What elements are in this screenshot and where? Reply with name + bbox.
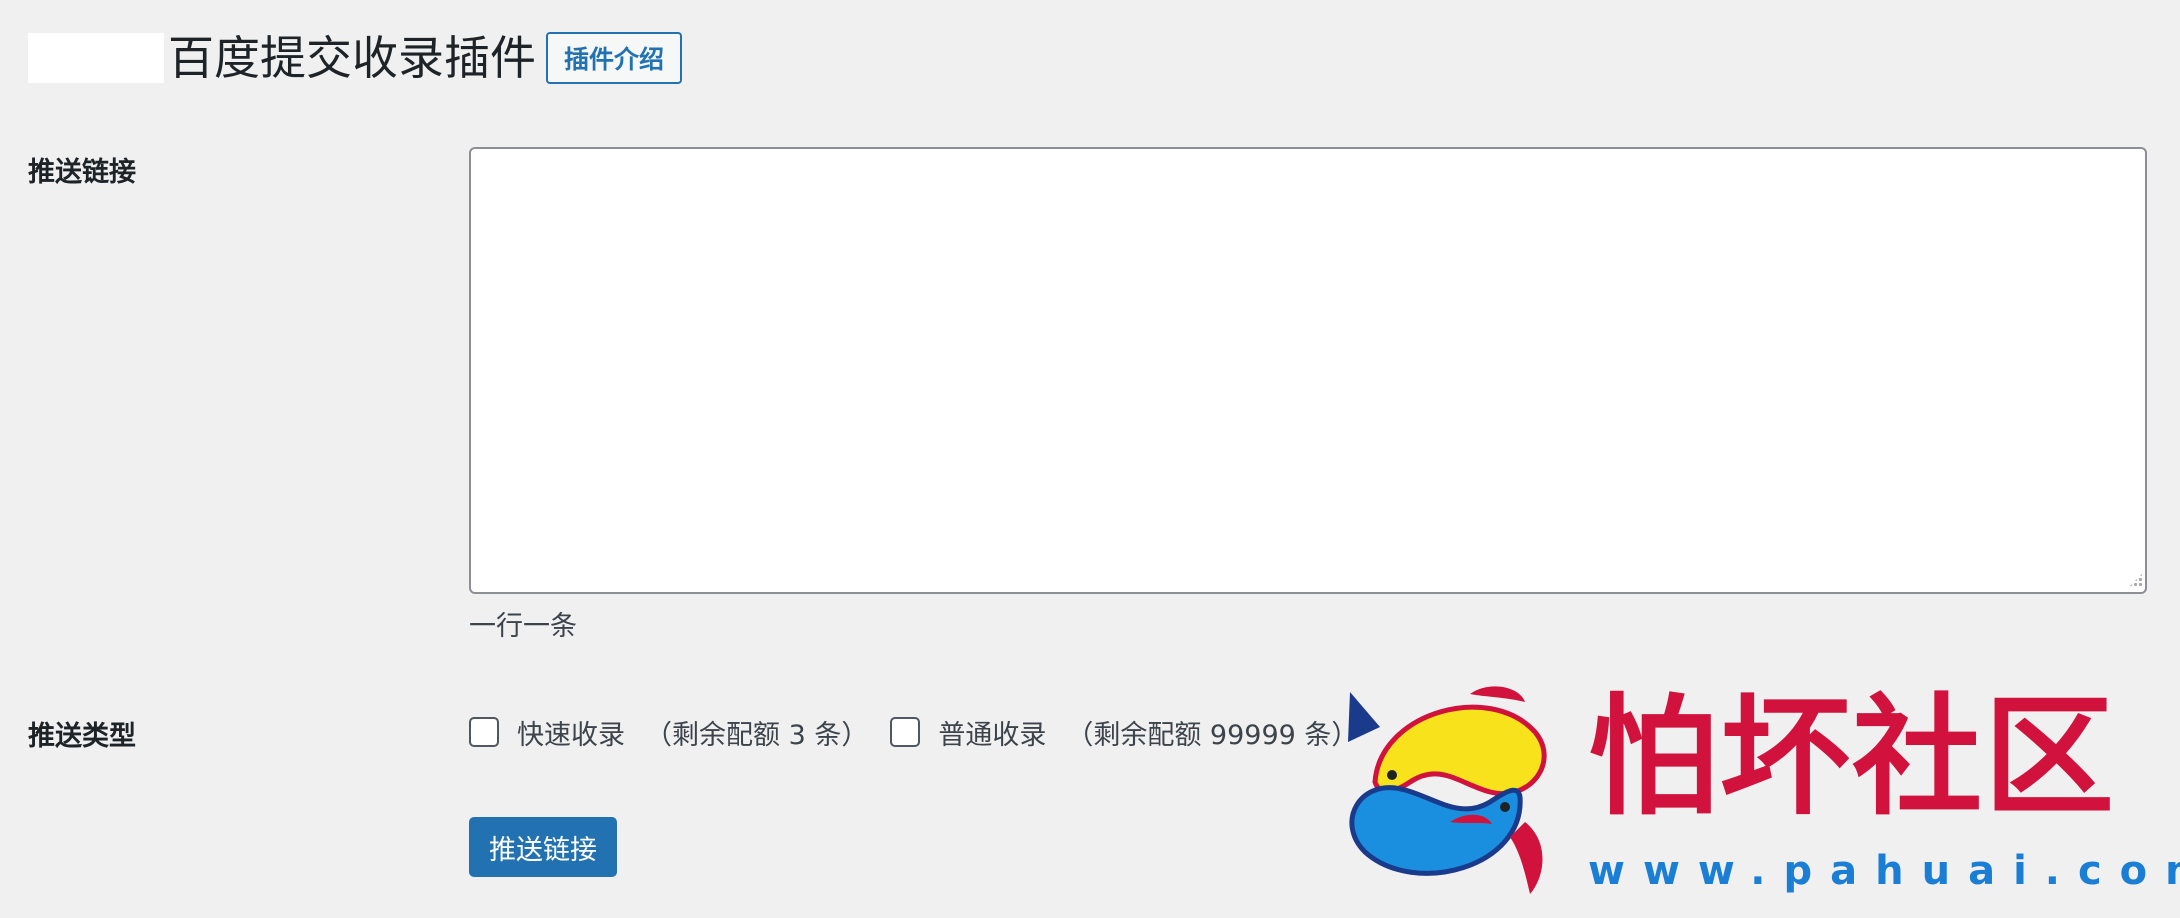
normal-index-label: 普通收录 [938, 719, 1047, 751]
watermark-url: www.pahuai.com [1588, 848, 2180, 894]
page-header: 百度提交收录插件 插件介绍 [28, 28, 683, 88]
normal-index-quota: （剩余配额 99999 条） [1066, 719, 1359, 751]
watermark-text: 怕坏社区 [1588, 680, 2117, 833]
fast-index-label: 快速收录 [517, 719, 625, 751]
push-type-options: 快速收录 （剩余配额 3 条） 普通收录 （剩余配额 99999 条） [469, 712, 1380, 752]
fast-index-quota: （剩余配额 3 条） [645, 719, 869, 751]
push-links-label: 推送链接 [28, 157, 136, 188]
links-description: 一行一条 [469, 611, 577, 642]
fast-index-option[interactable]: 快速收录 （剩余配额 3 条） [469, 713, 868, 752]
push-links-textarea[interactable] [469, 147, 2147, 594]
fish-logo-icon [1348, 686, 1547, 894]
push-links-button[interactable]: 推送链接 [469, 817, 617, 877]
watermark: 怕坏社区 www.pahuai.com [1320, 672, 2180, 902]
normal-index-checkbox[interactable] [890, 717, 921, 747]
normal-index-option[interactable]: 普通收录 （剩余配额 99999 条） [890, 713, 1358, 752]
push-type-label: 推送类型 [28, 721, 136, 752]
page-title: 百度提交收录插件 [168, 31, 536, 85]
plugin-intro-button[interactable]: 插件介绍 [546, 32, 683, 84]
redacted-area [28, 33, 164, 83]
fast-index-checkbox[interactable] [469, 717, 499, 747]
